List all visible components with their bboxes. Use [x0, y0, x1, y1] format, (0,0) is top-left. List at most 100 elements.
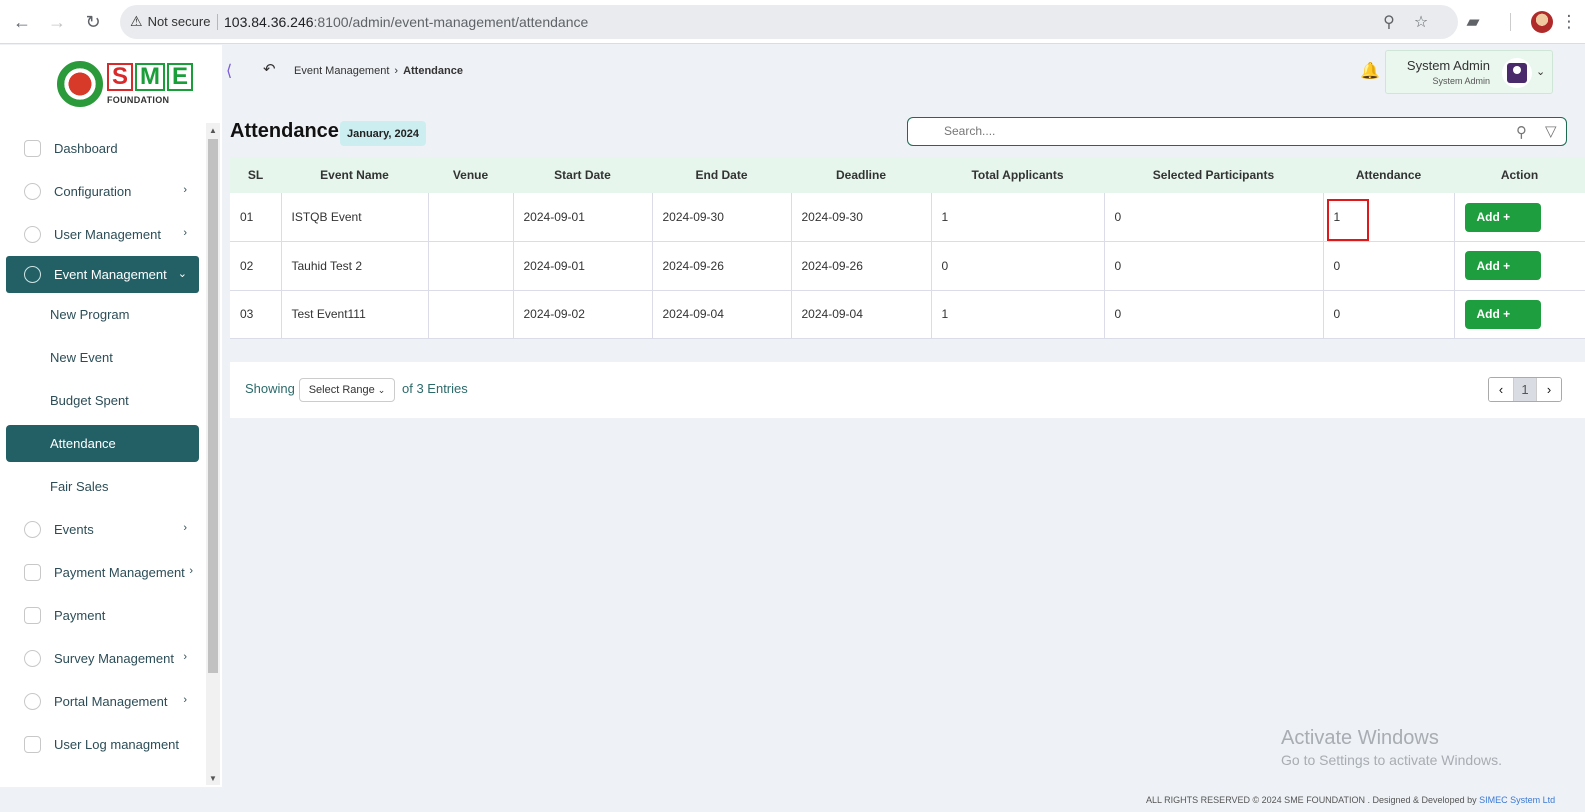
sidebar-item-user-log[interactable]: User Log managment	[6, 723, 199, 766]
banknote-icon	[24, 607, 41, 624]
sidebar-item-events[interactable]: Events ›	[6, 508, 199, 551]
user-menu[interactable]: System Admin System Admin ⌄	[1385, 50, 1553, 94]
lock-icon	[24, 266, 41, 283]
sidebar-item-survey-management[interactable]: Survey Management ›	[6, 637, 199, 680]
developer-link[interactable]: SIMEC System Ltd	[1479, 795, 1555, 805]
chevron-right-icon: ›	[183, 227, 187, 239]
entries-label: of 3 Entries	[402, 381, 468, 396]
bookmark-star-icon[interactable]: ☆	[1410, 11, 1432, 33]
sidebar-subitem-budget-spent[interactable]: Budget Spent	[6, 379, 199, 422]
cell-sl: 02	[230, 241, 282, 290]
user-avatar-icon	[1502, 58, 1532, 88]
breadcrumb: Event Management › Attendance	[294, 65, 463, 77]
table-header-row: SL Event Name Venue Start Date End Date …	[230, 157, 1585, 193]
cell-event-name: ISTQB Event	[281, 193, 429, 242]
chevron-right-icon: ›	[394, 65, 399, 77]
month-badge[interactable]: January, 2024	[340, 121, 426, 146]
chevron-right-icon: ›	[183, 694, 187, 706]
sidebar-subitem-attendance[interactable]: Attendance	[6, 425, 199, 462]
logo[interactable]: SME FOUNDATION	[0, 45, 222, 117]
cell-sl: 03	[230, 290, 282, 339]
collapse-sidebar-icon[interactable]: ⟨	[226, 61, 232, 81]
search-box: ⚲ ▽	[907, 117, 1567, 146]
shield-icon	[24, 226, 41, 243]
breadcrumb-current: Attendance	[403, 65, 463, 77]
profile-avatar[interactable]	[1531, 11, 1553, 33]
cell-selected-participants: 0	[1104, 193, 1324, 242]
sidebar-subitem-fair-sales[interactable]: Fair Sales	[6, 465, 199, 508]
cell-start-date: 2024-09-02	[513, 290, 653, 339]
url-text[interactable]: 103.84.36.246:8100/admin/event-managemen…	[224, 14, 588, 30]
zoom-icon[interactable]: ⚲	[1378, 11, 1400, 33]
notification-bell-icon[interactable]: 🔔	[1360, 61, 1380, 81]
col-header-venue: Venue	[452, 168, 489, 182]
highlight-box	[1327, 199, 1369, 241]
prev-page-icon[interactable]: ‹	[1489, 378, 1513, 401]
sidebar-item-payment-management[interactable]: Payment Management ›	[6, 551, 199, 594]
add-attendance-button[interactable]: Add +	[1464, 299, 1541, 329]
sidebar-subitem-new-event[interactable]: New Event	[6, 336, 199, 379]
banknote-icon	[24, 564, 41, 581]
cell-venue	[428, 290, 514, 339]
scroll-down-icon[interactable]: ▼	[206, 771, 220, 785]
scroll-up-icon[interactable]: ▲	[206, 123, 220, 137]
table-row: 02 Tauhid Test 2 2024-09-01 2024-09-26 2…	[230, 241, 1585, 290]
reload-icon[interactable]: ↻	[80, 9, 106, 35]
kebab-menu-icon[interactable]: ⋮	[1556, 9, 1582, 35]
next-page-icon[interactable]: ›	[1537, 378, 1561, 401]
col-header-deadline: Deadline	[835, 168, 886, 182]
cell-end-date: 2024-09-30	[652, 193, 792, 242]
page-number[interactable]: 1	[1513, 378, 1537, 401]
sidebar-subitem-new-program[interactable]: New Program	[6, 293, 199, 336]
pagination-bar: Showing Select Range ⌄ of 3 Entries ‹ 1 …	[230, 362, 1585, 418]
sidebar-item-configuration[interactable]: Configuration ›	[6, 170, 199, 213]
sidebar-scrollbar[interactable]: ▲ ▼	[206, 123, 220, 785]
windows-watermark-subtitle: Go to Settings to activate Windows.	[1281, 752, 1502, 768]
chevron-down-icon[interactable]: ⌄	[1536, 65, 1545, 78]
add-attendance-button[interactable]: Add +	[1464, 251, 1541, 281]
chevron-down-icon: ⌄	[377, 384, 386, 395]
sidebar: SME FOUNDATION Dashboard Configuration ›…	[0, 45, 222, 787]
scroll-thumb[interactable]	[208, 139, 218, 673]
sidebar-item-user-management[interactable]: User Management ›	[6, 213, 199, 256]
cell-selected-participants: 0	[1104, 241, 1324, 290]
cell-sl: 01	[230, 193, 282, 242]
warning-icon: ⚠	[130, 13, 143, 29]
cell-total-applicants: 1	[931, 193, 1105, 242]
pager: ‹ 1 ›	[1488, 377, 1562, 402]
sidebar-item-event-management[interactable]: Event Management ⌄	[6, 256, 199, 293]
cell-end-date: 2024-09-04	[652, 290, 792, 339]
cell-deadline: 2024-09-04	[791, 290, 932, 339]
undo-back-icon[interactable]: ↶	[263, 60, 276, 78]
range-select[interactable]: Select Range ⌄	[299, 378, 395, 402]
search-icon[interactable]: ⚲	[1516, 123, 1527, 141]
sidebar-item-portal-management[interactable]: Portal Management ›	[6, 680, 199, 723]
user-role: System Admin	[1432, 76, 1490, 86]
forward-arrow-icon[interactable]: →	[44, 9, 70, 35]
search-input[interactable]	[944, 124, 1504, 138]
banknote-icon	[24, 736, 41, 753]
settings-icon	[24, 183, 41, 200]
back-arrow-icon[interactable]: ←	[9, 9, 35, 35]
chevron-right-icon: ›	[183, 522, 187, 534]
col-header-action: Action	[1500, 168, 1539, 182]
cell-venue	[428, 241, 514, 290]
cell-end-date: 2024-09-26	[652, 241, 792, 290]
security-indicator[interactable]: ⚠ Not secure	[130, 13, 210, 30]
cell-venue	[428, 193, 514, 242]
col-header-attendance: Attendance	[1355, 168, 1422, 182]
chevron-down-icon: ⌄	[177, 268, 187, 280]
extensions-icon[interactable]: ▰	[1460, 9, 1486, 35]
dashboard-icon	[24, 140, 41, 157]
address-bar[interactable]: ⚠ Not secure 103.84.36.246:8100/admin/ev…	[120, 5, 1458, 39]
filter-icon[interactable]: ▽	[1545, 122, 1557, 140]
sidebar-item-payment[interactable]: Payment	[6, 594, 199, 637]
page-title: Attendance	[230, 120, 339, 142]
col-header-start-date: Start Date	[554, 168, 611, 182]
table-row: 03 Test Event111 2024-09-02 2024-09-04 2…	[230, 290, 1585, 339]
cell-start-date: 2024-09-01	[513, 241, 653, 290]
cell-attendance: 0	[1323, 241, 1455, 290]
breadcrumb-parent[interactable]: Event Management	[294, 65, 389, 77]
add-attendance-button[interactable]: Add +	[1464, 202, 1541, 232]
sidebar-item-dashboard[interactable]: Dashboard	[6, 127, 199, 170]
